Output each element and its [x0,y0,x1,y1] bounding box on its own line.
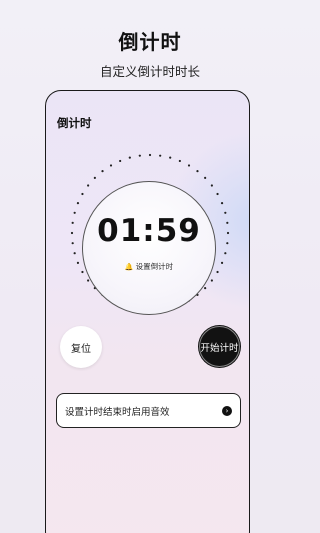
dial-dot [216,270,219,274]
dial-dot [210,279,213,282]
dial-dot [93,176,96,179]
dial-dot [169,156,172,159]
dial-dot [70,231,74,235]
sound-option-label: 设置计时结束时启用音效 [65,406,170,418]
dial-dot [76,261,80,264]
dial-dot [196,170,199,173]
dial-dot [210,184,213,187]
dial-dot [226,221,229,224]
dial-dot [138,154,141,157]
timer-display: 01:59 [97,213,201,249]
dial-dot [119,159,122,163]
dial-dot [204,287,207,290]
dial-dot [159,154,162,157]
set-timer-label: 设置倒计时 [135,262,174,271]
dial-dot [148,153,152,157]
dial-dot [224,252,227,255]
promo-title: 倒计时 [118,30,182,54]
dial-dot [71,242,74,245]
dial-dot [76,202,80,205]
dial-dot [216,192,219,196]
dial-dot [204,176,207,179]
start-button[interactable]: 开始计时 [199,326,240,367]
dial-dot [220,261,224,264]
reset-button[interactable]: 复位 [60,326,102,368]
sound-option-row[interactable]: 设置计时结束时启用音效 › [56,393,241,428]
promo-subtitle: 自定义倒计时时长 [99,64,200,79]
dial-dot [178,159,181,163]
dial-dot [226,242,229,245]
dial-dot [87,184,90,187]
dial-dot [226,231,230,235]
dial-dot [73,252,76,255]
dial-dot [224,211,227,214]
dial-dot [101,170,104,173]
bell-icon: 🔔 [124,263,134,271]
dial-dot [109,164,113,167]
dial-dot [128,156,131,159]
dial-dot [81,192,84,196]
dial-dot [87,279,90,282]
dial-dot [187,164,191,167]
screen-title: 倒计时 [57,116,92,130]
dial-dot [71,221,74,224]
dial-dot [220,202,224,205]
set-timer-link[interactable]: 🔔 设置倒计时 [82,261,216,272]
dial-dot [73,211,76,214]
phone-frame: 倒计时 01:59 🔔 设置倒计时 复位 开始计时 设置计时结束时启用音效 › [45,90,250,533]
chevron-right-icon: › [222,405,232,416]
